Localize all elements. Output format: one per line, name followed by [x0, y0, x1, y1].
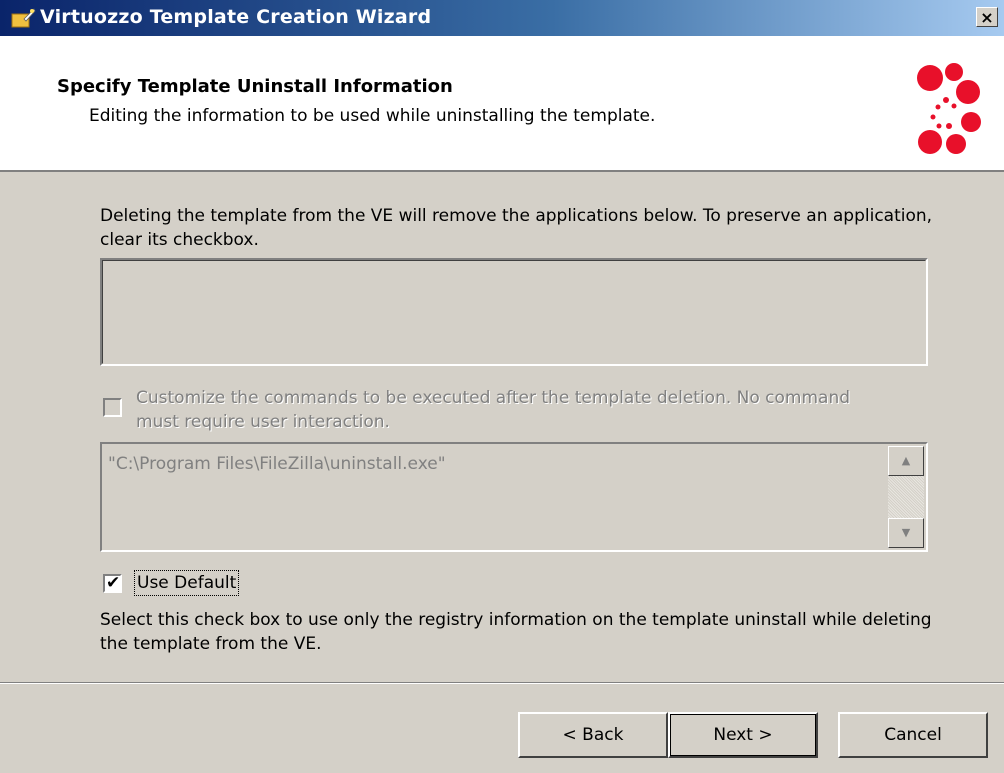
page-title: Specify Template Uninstall Information	[57, 76, 453, 97]
back-button[interactable]: < Back	[518, 712, 668, 758]
description-text: Deleting the template from the VE will r…	[100, 206, 933, 250]
wizard-icon	[11, 8, 36, 28]
commands-textarea[interactable]: "C:\Program Files\FileZilla\uninstall.ex…	[100, 442, 928, 552]
customize-commands-checkbox[interactable]	[103, 398, 122, 417]
use-default-checkbox[interactable]: ✔	[103, 573, 122, 593]
arrow-down-icon: ▼	[901, 526, 911, 539]
window-title: Virtuozzo Template Creation Wizard	[40, 6, 432, 28]
checkmark-icon: ✔	[106, 573, 121, 593]
vertical-scrollbar[interactable]: ▲ ▼	[888, 446, 924, 548]
use-default-hint: Select this check box to use only the re…	[100, 610, 932, 654]
scroll-up-button[interactable]: ▲	[888, 446, 924, 476]
customize-commands-label: Customize the commands to be executed af…	[136, 388, 851, 432]
close-button[interactable]: ×	[976, 7, 998, 27]
scroll-down-button[interactable]: ▼	[888, 518, 924, 548]
use-default-label[interactable]: Use Default	[134, 570, 240, 596]
cancel-button[interactable]: Cancel	[838, 712, 988, 758]
title-bar: Virtuozzo Template Creation Wizard ×	[0, 0, 1004, 36]
close-icon: ×	[980, 8, 994, 27]
applications-list[interactable]	[100, 258, 928, 366]
next-button[interactable]: Next >	[668, 712, 818, 758]
wizard-header: Specify Template Uninstall Information E…	[0, 36, 1004, 172]
arrow-up-icon: ▲	[901, 454, 911, 467]
footer-separator	[0, 682, 1004, 684]
command-text: "C:\Program Files\FileZilla\uninstall.ex…	[108, 454, 446, 474]
page-subtitle: Editing the information to be used while…	[89, 106, 656, 126]
virtuozzo-logo	[917, 63, 981, 154]
